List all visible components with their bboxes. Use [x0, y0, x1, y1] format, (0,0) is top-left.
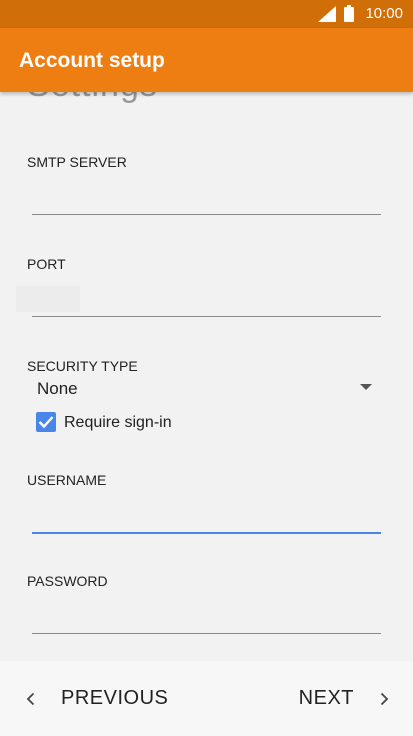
security-type-value: None — [37, 379, 78, 398]
page-title: Account setup — [19, 49, 165, 72]
port-label: PORT — [27, 256, 66, 272]
security-type-label: SECURITY TYPE — [27, 358, 138, 374]
bottom-navigation: PREVIOUS NEXT — [0, 661, 413, 736]
chevron-right-icon — [380, 692, 389, 705]
previous-button[interactable]: PREVIOUS — [26, 683, 168, 713]
status-time: 10:00 — [365, 5, 403, 22]
require-signin-checkbox[interactable] — [36, 412, 56, 432]
security-type-select[interactable]: None — [32, 374, 372, 402]
password-input[interactable] — [32, 598, 381, 634]
username-input[interactable] — [32, 498, 381, 534]
smtp-server-input[interactable] — [32, 179, 381, 215]
port-input[interactable] — [32, 281, 381, 317]
app-bar: Account setup — [0, 28, 413, 92]
password-label: PASSWORD — [27, 573, 108, 589]
signal-icon — [318, 6, 336, 22]
settings-form: Settings SMTP SERVER PORT SECURITY TYPE … — [0, 92, 413, 661]
previous-label: PREVIOUS — [61, 687, 169, 709]
section-heading: Settings — [27, 92, 158, 105]
status-bar: 10:00 — [0, 0, 413, 28]
check-icon — [38, 416, 54, 429]
next-label: NEXT — [298, 687, 354, 709]
caret-down-icon — [360, 384, 372, 390]
smtp-server-label: SMTP SERVER — [27, 154, 127, 170]
next-button[interactable]: NEXT — [299, 683, 389, 713]
battery-icon — [344, 5, 354, 22]
require-signin-label: Require sign-in — [64, 414, 172, 431]
chevron-left-icon — [26, 692, 35, 705]
username-label: USERNAME — [27, 472, 107, 488]
